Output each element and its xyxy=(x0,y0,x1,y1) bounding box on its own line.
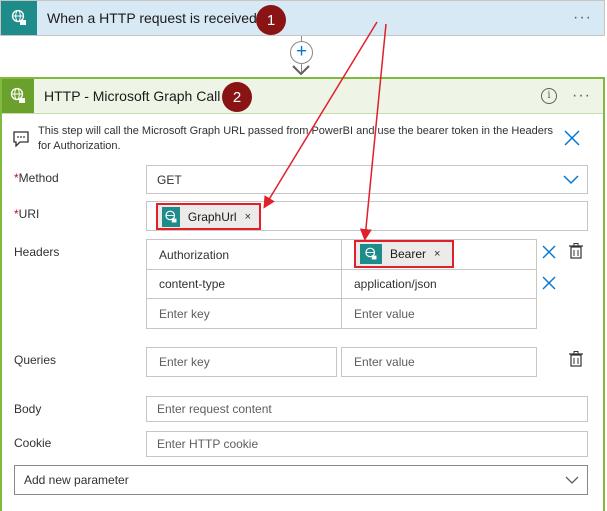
token-globe-icon xyxy=(360,244,382,264)
trigger-more-icon[interactable]: ··· xyxy=(573,9,592,27)
body-label: Body xyxy=(14,402,42,416)
header-value-input[interactable]: Enter value xyxy=(341,298,537,329)
body-input[interactable]: Enter request content xyxy=(146,396,588,422)
info-icon[interactable]: i xyxy=(541,88,557,104)
method-select[interactable]: GET xyxy=(146,165,588,194)
cookie-label: Cookie xyxy=(14,436,52,450)
bearer-token[interactable]: Bearer × xyxy=(354,240,454,268)
action-more-icon[interactable]: ··· xyxy=(572,87,591,105)
queries-label: Queries xyxy=(14,353,57,367)
add-parameter-dropdown[interactable]: Add new parameter xyxy=(14,465,588,495)
header-key-input[interactable]: Enter key xyxy=(146,298,342,329)
action-globe-icon xyxy=(2,79,34,113)
query-value-input[interactable]: Enter value xyxy=(341,347,537,377)
trigger-card[interactable]: When a HTTP request is received ··· xyxy=(0,0,605,36)
trigger-title: When a HTTP request is received xyxy=(47,10,257,26)
token-remove-icon[interactable]: × xyxy=(434,248,440,260)
step-badge-1: 1 xyxy=(256,5,286,35)
token-remove-icon[interactable]: × xyxy=(245,211,251,223)
cookie-input[interactable]: Enter HTTP cookie xyxy=(146,431,588,457)
add-step-button[interactable]: + xyxy=(290,41,313,64)
token-globe-icon xyxy=(162,206,180,227)
headers-label: Headers xyxy=(14,245,60,259)
uri-label-text: URI xyxy=(18,207,40,221)
token-label: Bearer xyxy=(390,247,427,261)
query-key-input[interactable]: Enter key xyxy=(146,347,337,377)
header-key-cell[interactable]: Authorization xyxy=(146,239,342,270)
connector-line-bottom xyxy=(301,64,302,72)
uri-label: *URI xyxy=(14,207,39,221)
chevron-down-icon xyxy=(563,175,579,185)
method-label: *Method xyxy=(14,171,59,185)
header-value-cell[interactable]: application/json xyxy=(341,269,537,299)
method-value: GET xyxy=(157,172,182,187)
token-label: GraphUrl xyxy=(187,209,237,224)
trigger-globe-icon xyxy=(1,1,37,35)
step-badge-2: 2 xyxy=(222,82,252,112)
action-header[interactable]: HTTP - Microsoft Graph Call i ··· xyxy=(2,79,603,114)
method-label-text: Method xyxy=(18,171,59,185)
add-parameter-label: Add new parameter xyxy=(24,473,129,487)
header-key-cell[interactable]: content-type xyxy=(146,269,342,299)
step-description: This step will call the Microsoft Graph … xyxy=(38,125,554,152)
graphurl-token[interactable]: GraphUrl × xyxy=(156,203,261,230)
action-title: HTTP - Microsoft Graph Call xyxy=(44,88,221,104)
chevron-down-icon xyxy=(565,476,579,484)
